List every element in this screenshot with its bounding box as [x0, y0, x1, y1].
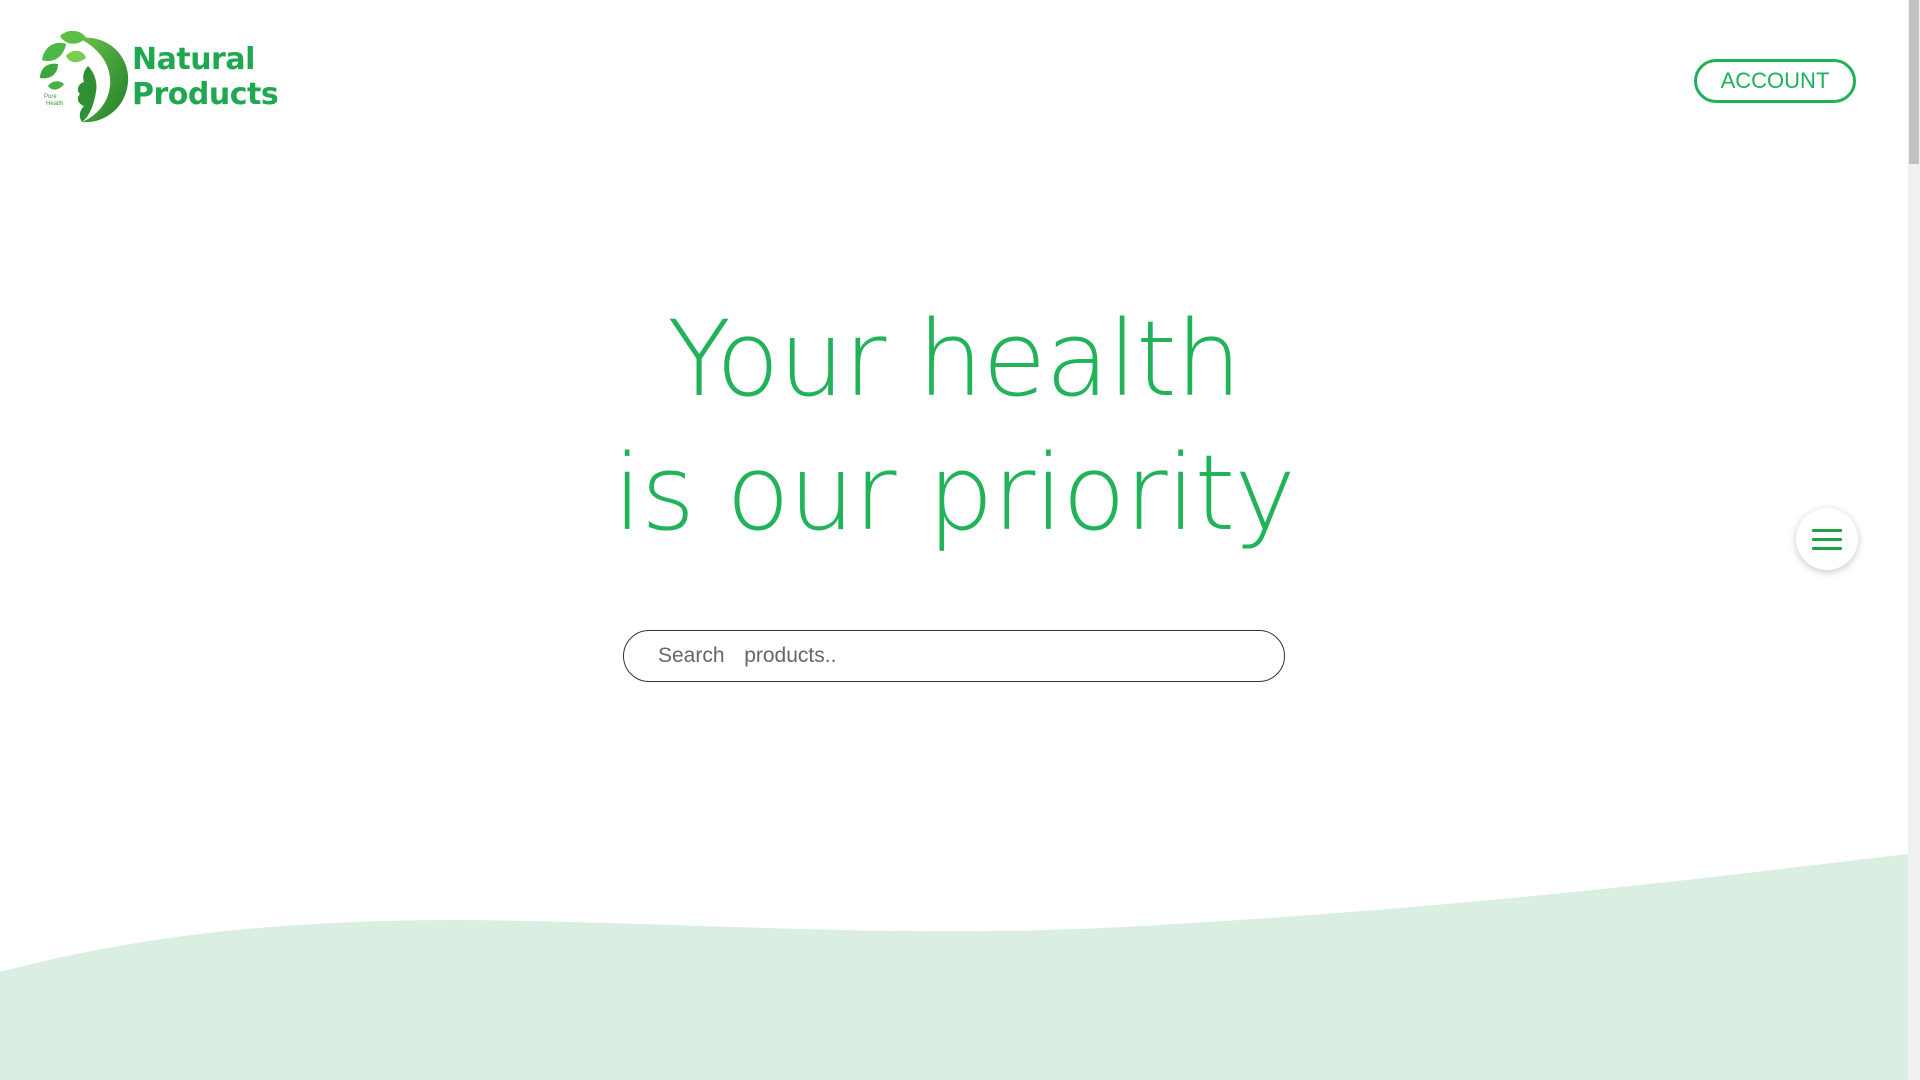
logo-line-products: Products [132, 77, 279, 112]
hero-heading-line-1: Your health [667, 298, 1241, 420]
svg-text:Health: Health [46, 101, 63, 107]
hero-heading-line-2: is our priority [613, 432, 1296, 554]
landing-page: Pure Health Natural Products ACCOUNT You… [0, 0, 1908, 1080]
search-input[interactable] [656, 643, 1284, 669]
logo-line-natural: Natural [132, 42, 255, 77]
site-logo[interactable]: Pure Health Natural Products [38, 26, 279, 124]
floating-menu-button[interactable] [1796, 508, 1858, 570]
search-bar [623, 630, 1285, 682]
logo-wordmark: Natural Products [132, 42, 279, 112]
vertical-scrollbar[interactable] [1908, 0, 1920, 1080]
hamburger-menu-icon-bar [1812, 537, 1842, 541]
hero-heading: Your health is our priority [0, 292, 1908, 560]
browser-viewport: Pure Health Natural Products ACCOUNT You… [0, 0, 1920, 1080]
leaf-face-logo-icon: Pure Health [40, 30, 129, 123]
decorative-wave [0, 854, 1908, 1080]
scrollbar-thumb[interactable] [1909, 0, 1919, 164]
account-button[interactable]: ACCOUNT [1694, 59, 1856, 103]
hamburger-menu-icon [1812, 528, 1842, 532]
svg-text:Pure: Pure [44, 94, 57, 100]
hamburger-menu-icon-bar [1812, 546, 1842, 550]
